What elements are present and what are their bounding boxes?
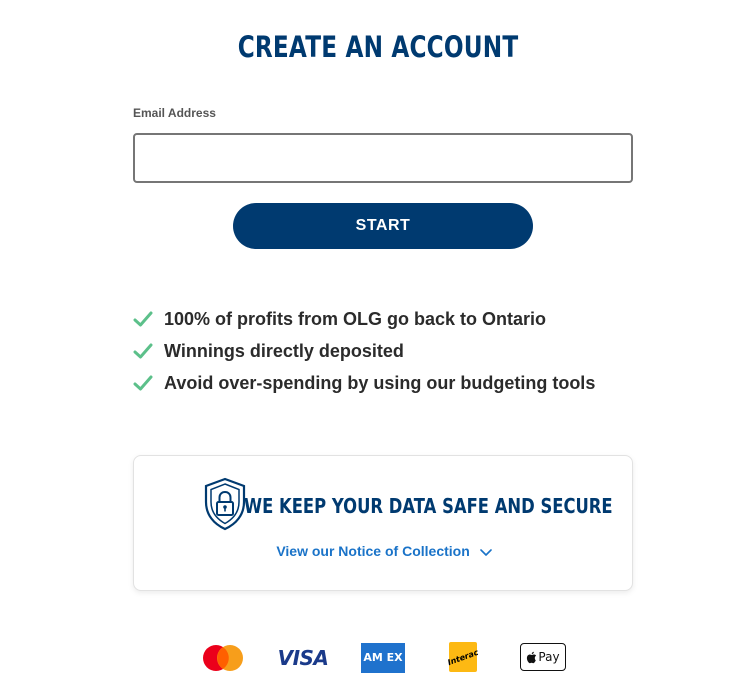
apple-pay-logo: Pay [520,643,566,671]
security-card: WE KEEP YOUR DATA SAFE AND SECURE View o… [133,455,633,591]
benefits-list: 100% of profits from OLG go back to Onta… [133,303,595,399]
email-label: Email Address [133,106,216,120]
mastercard-logo [199,643,247,673]
check-icon [133,309,153,329]
start-button[interactable]: START [233,203,533,249]
benefit-text: 100% of profits from OLG go back to Onta… [164,308,547,329]
amex-logo: AM EX [361,643,405,673]
payment-methods: VISA AM EX Interac Pay [0,640,756,676]
benefit-item: Winnings directly deposited [133,335,595,367]
benefit-item: Avoid over-spending by using our budgeti… [133,367,595,399]
security-title: WE KEEP YOUR DATA SAFE AND SECURE [244,494,613,518]
email-field[interactable] [133,133,633,183]
benefit-item: 100% of profits from OLG go back to Onta… [133,303,595,335]
interac-label: Interac [446,647,480,667]
check-icon [133,373,153,393]
notice-link-label: View our Notice of Collection [276,543,470,559]
chevron-down-icon [479,544,492,560]
interac-logo: Interac [446,642,480,672]
shield-lock-icon [202,476,248,532]
check-icon [133,341,153,361]
benefit-text: Avoid over-spending by using our budgeti… [164,372,596,393]
visa-logo: VISA [277,646,329,670]
notice-of-collection-link[interactable]: View our Notice of Collection [134,543,634,560]
benefit-text: Winnings directly deposited [164,340,404,361]
page-title: CREATE AN ACCOUNT [237,30,519,64]
apple-pay-label: Pay [538,650,560,664]
